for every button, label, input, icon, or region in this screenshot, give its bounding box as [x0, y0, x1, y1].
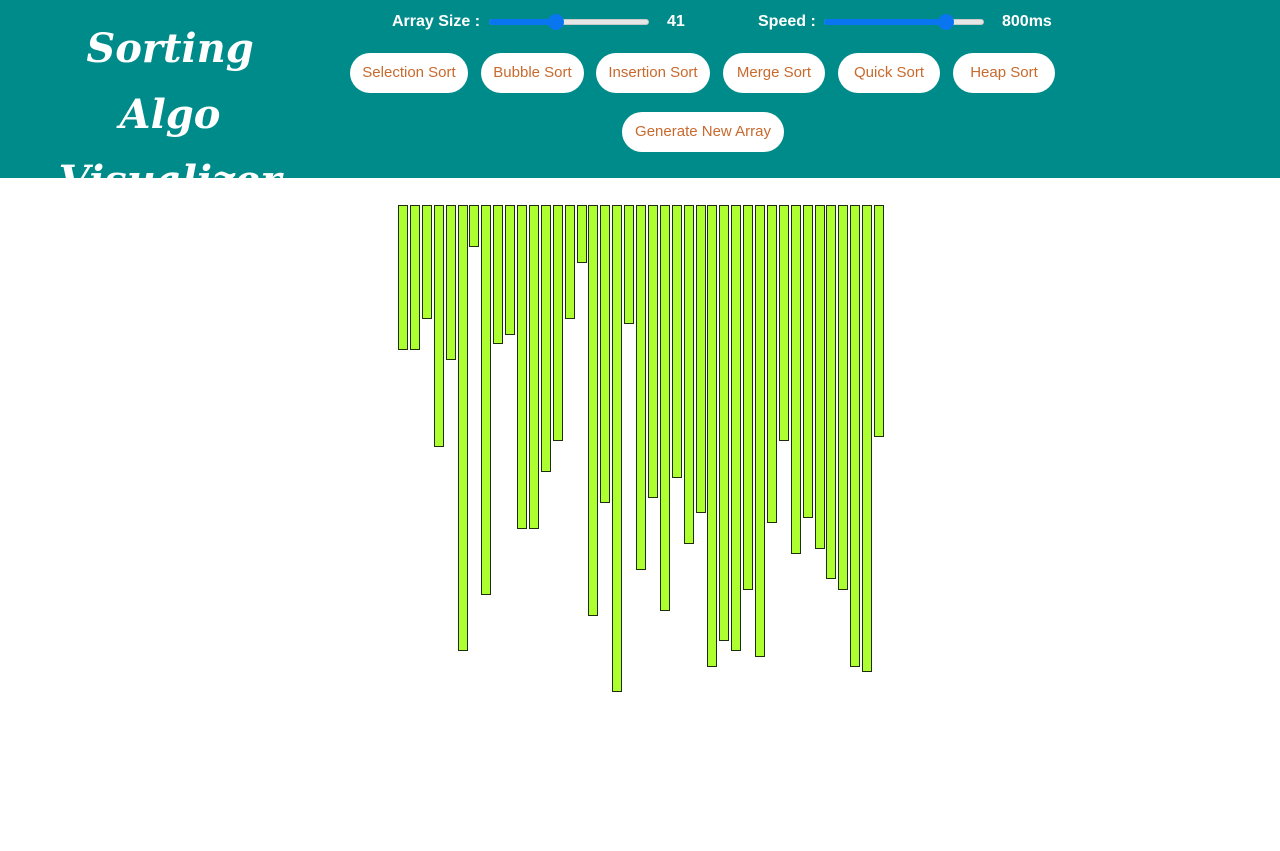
array-bar	[458, 205, 468, 651]
array-bar	[612, 205, 622, 692]
array-bar	[565, 205, 575, 319]
array-bar	[481, 205, 491, 595]
array-bar	[743, 205, 753, 590]
array-bar	[541, 205, 551, 472]
array-bar	[493, 205, 503, 344]
array-bar	[660, 205, 670, 611]
array-bar	[826, 205, 836, 579]
array-bar	[815, 205, 825, 549]
array-bar	[529, 205, 539, 529]
array-bar	[874, 205, 884, 437]
array-bar	[398, 205, 408, 350]
array-bar	[577, 205, 587, 263]
array-bar	[553, 205, 563, 441]
array-bar	[636, 205, 646, 570]
array-bar	[588, 205, 598, 616]
array-bar	[731, 205, 741, 651]
array-bar	[862, 205, 872, 672]
array-bar	[767, 205, 777, 523]
array-bar	[422, 205, 432, 319]
array-bar	[648, 205, 658, 498]
array-bar	[410, 205, 420, 350]
array-bar	[469, 205, 479, 247]
array-bar	[707, 205, 717, 667]
array-bar	[624, 205, 634, 324]
array-bar	[517, 205, 527, 529]
array-bar	[791, 205, 801, 554]
array-bar	[505, 205, 515, 335]
array-bar	[696, 205, 706, 513]
array-bar	[684, 205, 694, 544]
array-bar	[838, 205, 848, 590]
array-bar	[672, 205, 682, 478]
array-bar	[803, 205, 813, 518]
array-bar	[600, 205, 610, 503]
array-bar	[755, 205, 765, 657]
array-bar	[434, 205, 444, 447]
array-bar	[850, 205, 860, 667]
array-bar	[719, 205, 729, 641]
array-bars	[0, 0, 1280, 851]
array-bar	[779, 205, 789, 441]
array-bar	[446, 205, 456, 360]
